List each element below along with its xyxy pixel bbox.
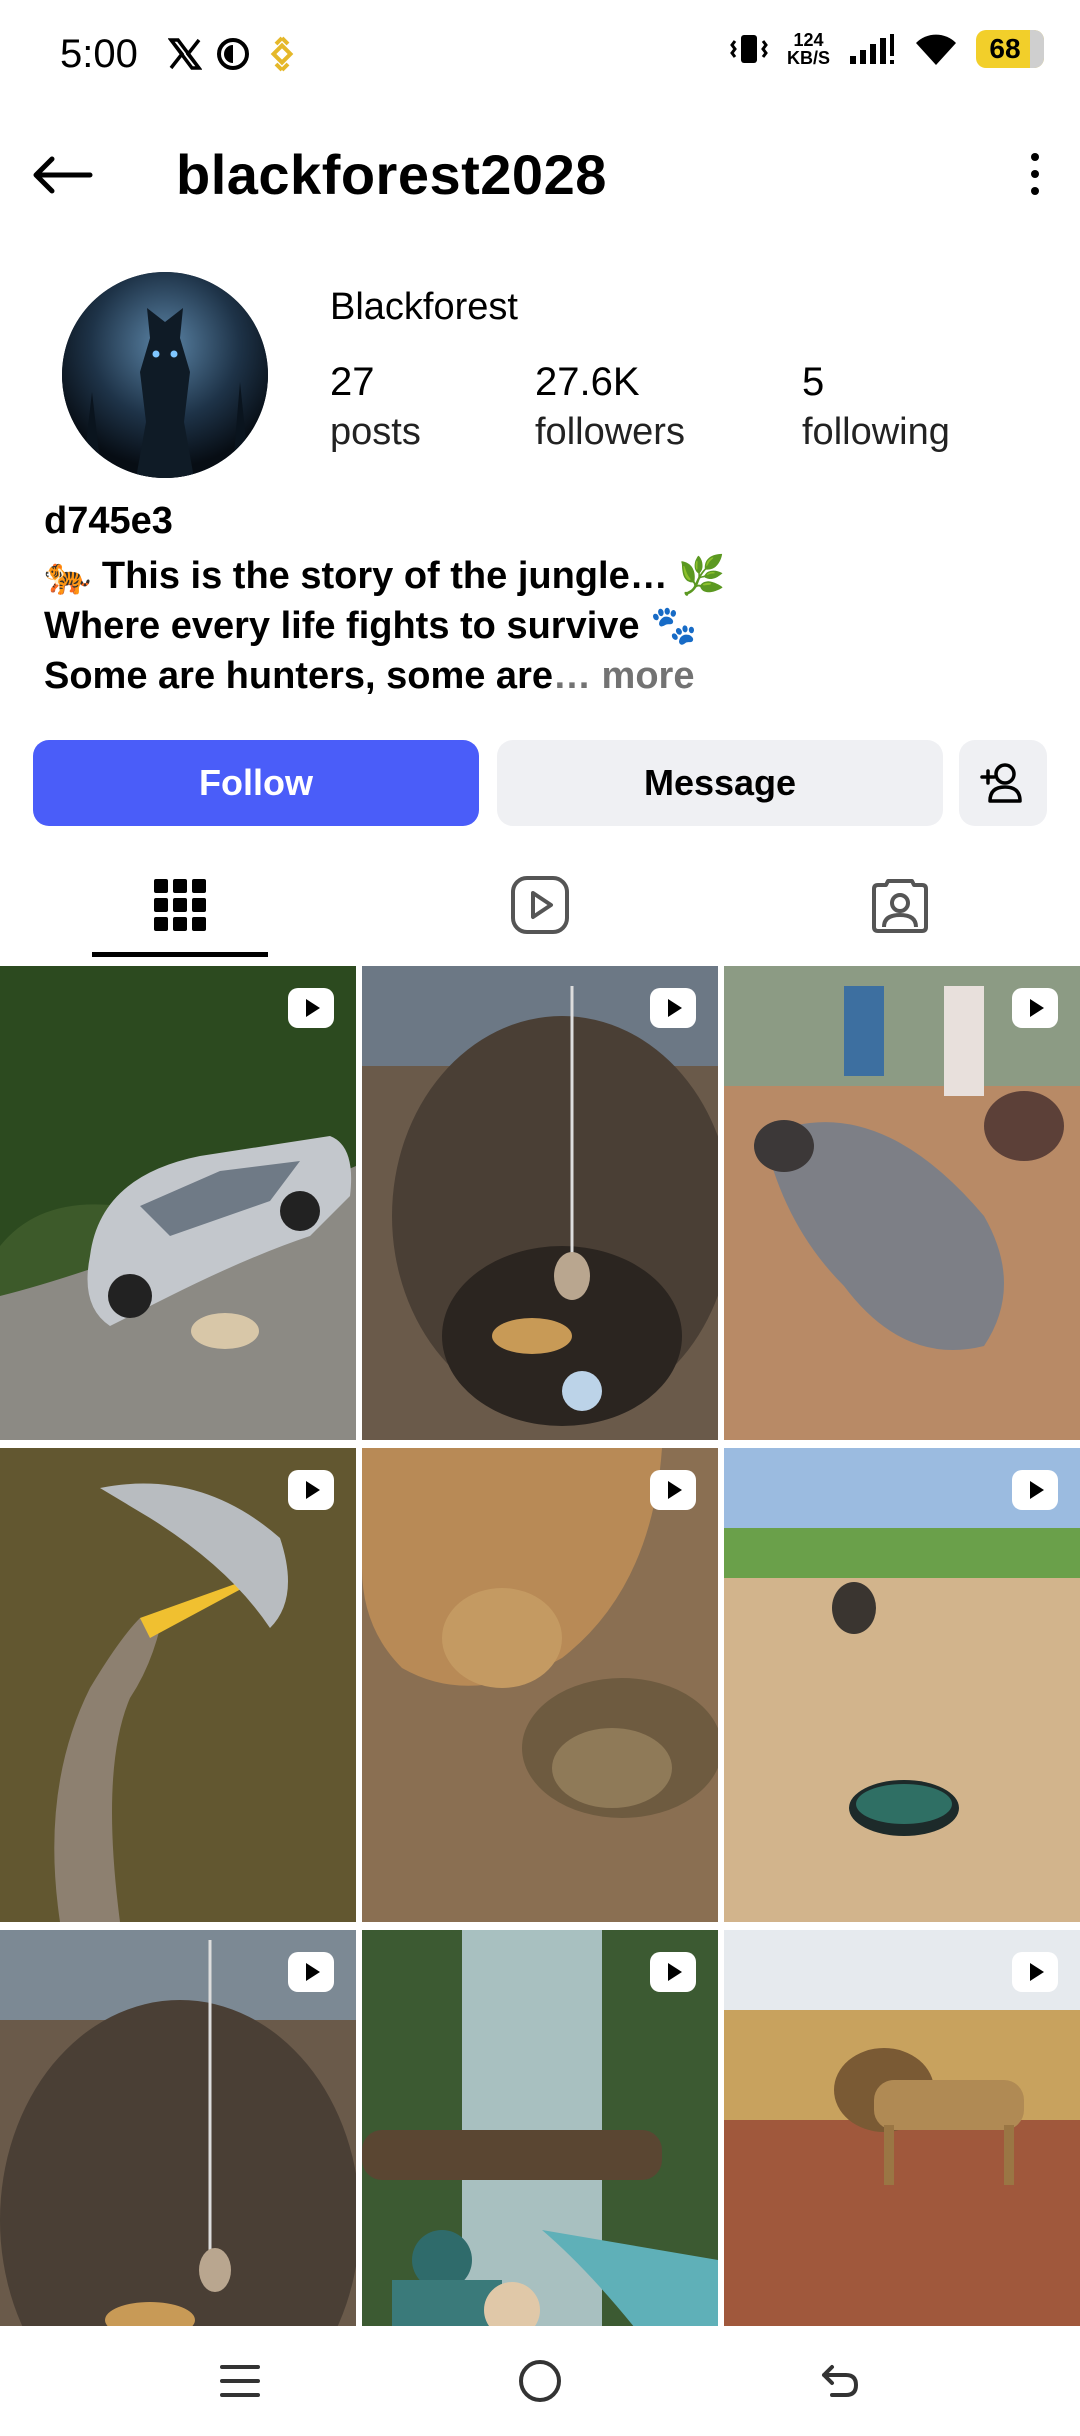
vibrate-icon <box>730 35 768 63</box>
status-time: 5:00 <box>60 32 138 76</box>
post-image <box>362 1448 718 1922</box>
status-bar: 5:00 124 KB/S 68 <box>0 0 1080 115</box>
post-image <box>0 966 356 1440</box>
profile-header: blackforest2028 <box>0 130 1080 220</box>
post-thumbnail[interactable] <box>362 1448 718 1922</box>
post-image <box>0 1448 356 1922</box>
bio-line: Where every life fights to survive 🐾 <box>44 605 698 647</box>
post-thumbnail[interactable] <box>362 966 718 1440</box>
post-thumbnail[interactable] <box>0 1930 356 2326</box>
post-thumbnail[interactable] <box>0 966 356 1440</box>
post-thumbnail[interactable] <box>724 966 1080 1440</box>
posts-stat[interactable]: 27 posts <box>330 360 421 454</box>
tab-reels[interactable] <box>360 850 720 960</box>
post-image <box>362 966 718 1440</box>
bio-more-link[interactable]: … more <box>553 655 694 697</box>
profile-tabs <box>0 850 1080 960</box>
binance-icon <box>270 36 294 72</box>
followers-stat[interactable]: 27.6K followers <box>535 360 685 454</box>
reel-indicator-icon <box>1012 1470 1058 1510</box>
follow-button[interactable]: Follow <box>33 740 479 826</box>
reel-indicator-icon <box>288 1470 334 1510</box>
post-thumbnail[interactable] <box>724 1448 1080 1922</box>
more-options-button[interactable] <box>1010 144 1060 204</box>
bio-name: d745e3 <box>44 500 173 542</box>
tagged-icon <box>872 879 928 933</box>
following-stat[interactable]: 5 following <box>802 360 950 454</box>
vpn-icon <box>217 38 249 70</box>
bio-line: Some are hunters, some are… more <box>44 655 695 697</box>
recent-apps-button[interactable] <box>200 2346 280 2416</box>
x-logo-icon <box>168 38 202 70</box>
tab-tagged[interactable] <box>720 850 1080 960</box>
reel-indicator-icon <box>1012 988 1058 1028</box>
more-vertical-icon <box>1031 153 1039 161</box>
avatar[interactable] <box>62 272 268 478</box>
home-button[interactable] <box>500 2346 580 2416</box>
back-icon <box>822 2365 858 2397</box>
wolf-avatar-image <box>62 272 268 478</box>
reels-icon <box>511 876 569 934</box>
reel-indicator-icon <box>288 1952 334 1992</box>
system-nav-bar <box>0 2326 1080 2436</box>
grid-icon <box>154 879 206 931</box>
home-circle-icon <box>519 2360 561 2402</box>
post-image <box>724 966 1080 1440</box>
reel-indicator-icon <box>650 988 696 1028</box>
post-thumbnail[interactable] <box>724 1930 1080 2326</box>
posts-grid <box>0 966 1080 2326</box>
reel-indicator-icon <box>288 988 334 1028</box>
profile-actions: Follow Message <box>33 740 1047 826</box>
suggested-users-button[interactable] <box>959 740 1047 826</box>
battery-icon: 68 <box>976 30 1044 68</box>
system-back-button[interactable] <box>800 2346 880 2416</box>
add-user-icon <box>980 763 1022 803</box>
menu-icon <box>220 2365 260 2397</box>
bio: d745e3 🐅 This is the story of the jungle… <box>44 500 1044 701</box>
post-image <box>724 1448 1080 1922</box>
profile-username: blackforest2028 <box>176 143 607 206</box>
reel-indicator-icon <box>650 1952 696 1992</box>
post-thumbnail[interactable] <box>0 1448 356 1922</box>
display-name: Blackforest <box>330 286 518 328</box>
reel-indicator-icon <box>1012 1952 1058 1992</box>
active-tab-indicator <box>92 952 268 957</box>
bio-line: 🐅 This is the story of the jungle… 🌿 <box>44 555 726 597</box>
message-button[interactable]: Message <box>497 740 943 826</box>
tab-posts-grid[interactable] <box>0 850 360 960</box>
post-thumbnail[interactable] <box>362 1930 718 2326</box>
reel-indicator-icon <box>650 1470 696 1510</box>
wifi-icon <box>916 34 956 65</box>
signal-icon <box>850 34 894 64</box>
back-button[interactable] <box>30 150 100 200</box>
net-speed: 124 KB/S <box>786 30 830 68</box>
back-arrow-icon <box>33 156 93 194</box>
